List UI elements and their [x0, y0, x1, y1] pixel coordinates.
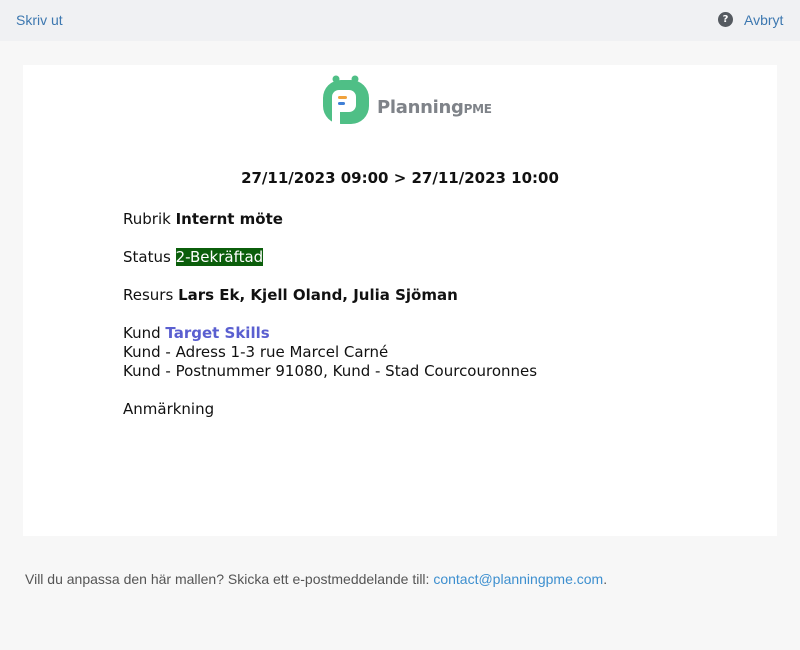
top-toolbar: Skriv ut ? Avbryt — [0, 0, 800, 41]
footer-text: Vill du anpassa den här mallen? Skicka e… — [25, 571, 434, 587]
event-date-range: 27/11/2023 09:00 > 27/11/2023 10:00 — [241, 169, 559, 187]
print-preview-card: PlanningPME 27/11/2023 09:00 > 27/11/202… — [23, 65, 777, 536]
rubrik-label: Rubrik — [123, 210, 171, 228]
status-row: Status 2-Bekräftad — [123, 248, 537, 267]
footer-note: Vill du anpassa den här mallen? Skicka e… — [25, 571, 607, 587]
footer-suffix: . — [603, 571, 608, 587]
kund-label: Kund — [123, 324, 161, 342]
customer-link[interactable]: Target Skills — [165, 324, 269, 342]
resurs-label: Resurs — [123, 286, 174, 304]
rubrik-row: Rubrik Internt möte — [123, 210, 537, 229]
customer-address: Kund - Adress 1-3 rue Marcel Carné — [123, 343, 389, 361]
resurs-value: Lars Ek, Kjell Oland, Julia Sjöman — [178, 286, 458, 304]
event-details: Rubrik Internt möte Status 2-Bekräftad R… — [123, 210, 537, 419]
print-button[interactable]: Skriv ut — [16, 12, 63, 28]
contact-email-link[interactable]: contact@planningpme.com — [433, 571, 603, 587]
status-label: Status — [123, 248, 171, 266]
planningpme-logo-icon — [323, 75, 369, 124]
note-label: Anmärkning — [123, 400, 215, 418]
rubrik-value: Internt möte — [175, 210, 283, 228]
resurs-row: Resurs Lars Ek, Kjell Oland, Julia Sjöma… — [123, 286, 537, 305]
kund-row: Kund Target Skills — [123, 324, 537, 343]
customer-postal: Kund - Postnummer 91080, Kund - Stad Cou… — [123, 362, 538, 380]
help-icon[interactable]: ? — [718, 12, 733, 27]
logo-wordmark: PlanningPME — [377, 97, 492, 118]
cancel-button[interactable]: Avbryt — [744, 12, 783, 28]
status-badge: 2-Bekräftad — [175, 248, 264, 266]
